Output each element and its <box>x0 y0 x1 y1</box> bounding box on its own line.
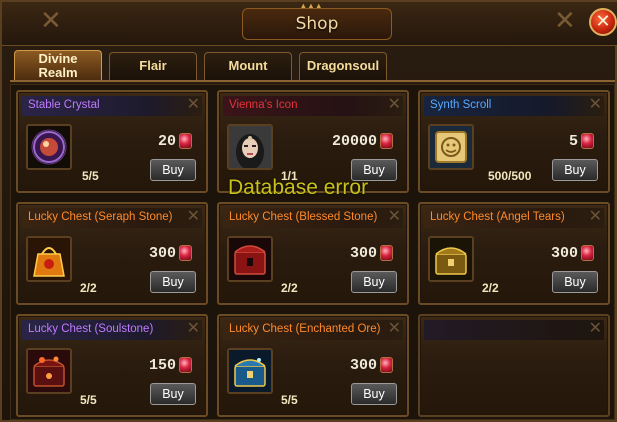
item-stock: 2/2 <box>482 281 499 295</box>
item-name: Vienna's Icon <box>229 99 298 111</box>
close-button[interactable]: ✕ <box>589 8 617 36</box>
ruby-icon <box>179 245 192 261</box>
red-chest-icon[interactable] <box>227 236 273 282</box>
tab-dragonsoul[interactable]: Dragonsoul <box>299 52 387 80</box>
ruby-icon <box>380 133 393 149</box>
ore-chest-icon[interactable] <box>227 348 273 394</box>
header-ornament-icon: ✕ <box>387 94 401 113</box>
empty-shop-slot: ✕ <box>418 314 610 417</box>
tab-flair[interactable]: Flair <box>109 52 197 80</box>
item-stock: 5/5 <box>281 393 298 407</box>
shop-item-card: Synth Scroll ✕ 5 500/500 Buy <box>418 90 610 193</box>
item-price: 300 <box>349 357 377 374</box>
buy-button[interactable]: Buy <box>552 271 598 293</box>
shop-window: ✕ ✕ ▲▲▲ Shop ✕ Divine Realm Flair Mount … <box>0 0 617 422</box>
buy-button[interactable]: Buy <box>150 159 196 181</box>
tab-divine-realm-label-2: Realm <box>38 65 78 80</box>
item-price: 150 <box>148 357 176 374</box>
card-header <box>424 320 604 340</box>
item-name: Lucky Chest (Seraph Stone) <box>28 211 173 223</box>
header-ornament-icon: ✕ <box>186 206 200 225</box>
item-stock: 5/5 <box>82 169 99 183</box>
header-ornament-icon: ✕ <box>588 318 602 337</box>
item-stock: 500/500 <box>488 169 532 183</box>
header-ornament-icon: ✕ <box>387 206 401 225</box>
buy-button[interactable]: Buy <box>351 271 397 293</box>
tab-mount[interactable]: Mount <box>204 52 292 80</box>
title-bar: ✕ ✕ ▲▲▲ Shop ✕ <box>2 2 617 46</box>
buy-button[interactable]: Buy <box>351 383 397 405</box>
gift-bag-icon[interactable] <box>26 236 72 282</box>
header-ornament-icon: ✕ <box>186 318 200 337</box>
soul-chest-icon[interactable] <box>26 348 72 394</box>
item-name: Stable Crystal <box>28 99 100 111</box>
item-name: Lucky Chest (Angel Tears) <box>430 211 565 223</box>
window-title: Shop <box>295 14 339 34</box>
item-price: 20 <box>157 133 176 150</box>
buy-button[interactable]: Buy <box>150 271 196 293</box>
portrait-icon[interactable] <box>227 124 273 170</box>
close-icon: ✕ <box>595 11 611 32</box>
shop-item-card: Lucky Chest (Angel Tears) ✕ 300 2/2 Buy <box>418 202 610 305</box>
buy-button[interactable]: Buy <box>150 383 196 405</box>
header-ornament-icon: ✕ <box>588 206 602 225</box>
item-name: Lucky Chest (Blessed Stone) <box>229 211 378 223</box>
ruby-icon <box>380 245 393 261</box>
item-name: Lucky Chest (Enchanted Ore) <box>229 323 381 335</box>
gold-chest-icon[interactable] <box>428 236 474 282</box>
buy-button[interactable]: Buy <box>552 159 598 181</box>
header-ornament-icon: ✕ <box>186 94 200 113</box>
item-name: Lucky Chest (Soulstone) <box>28 323 154 335</box>
item-name: Synth Scroll <box>430 99 492 111</box>
ruby-icon <box>581 245 594 261</box>
ruby-icon <box>179 133 192 149</box>
crossed-swords-left-ornament: ✕ <box>40 6 62 36</box>
ruby-icon <box>179 357 192 373</box>
shop-item-card: Lucky Chest (Seraph Stone) ✕ 300 2/2 Buy <box>16 202 208 305</box>
item-stock: 5/5 <box>80 393 97 407</box>
shop-item-card: Lucky Chest (Enchanted Ore) ✕ 300 5/5 Bu… <box>217 314 409 417</box>
crystal-icon[interactable] <box>26 124 72 170</box>
item-stock: 2/2 <box>281 281 298 295</box>
tab-divider <box>10 80 615 82</box>
ruby-icon <box>380 357 393 373</box>
item-price: 300 <box>349 245 377 262</box>
shop-item-card: Lucky Chest (Blessed Stone) ✕ 300 2/2 Bu… <box>217 202 409 305</box>
item-price: 300 <box>550 245 578 262</box>
shop-item-card: Stable Crystal ✕ 20 5/5 Buy <box>16 90 208 193</box>
item-price: 300 <box>148 245 176 262</box>
shop-item-card: Lucky Chest (Soulstone) ✕ 150 5/5 Buy <box>16 314 208 417</box>
item-price: 5 <box>568 133 578 150</box>
database-error-message: Database error <box>228 176 369 199</box>
header-ornament-icon: ✕ <box>588 94 602 113</box>
header-ornament-icon: ✕ <box>387 318 401 337</box>
item-price: 20000 <box>331 133 377 150</box>
ruby-icon <box>581 133 594 149</box>
scroll-icon[interactable] <box>428 124 474 170</box>
tab-divine-realm-label-1: Divine <box>38 51 78 66</box>
item-stock: 2/2 <box>80 281 97 295</box>
crossed-swords-right-ornament: ✕ <box>554 6 576 36</box>
tab-divine-realm[interactable]: Divine Realm <box>14 50 102 80</box>
